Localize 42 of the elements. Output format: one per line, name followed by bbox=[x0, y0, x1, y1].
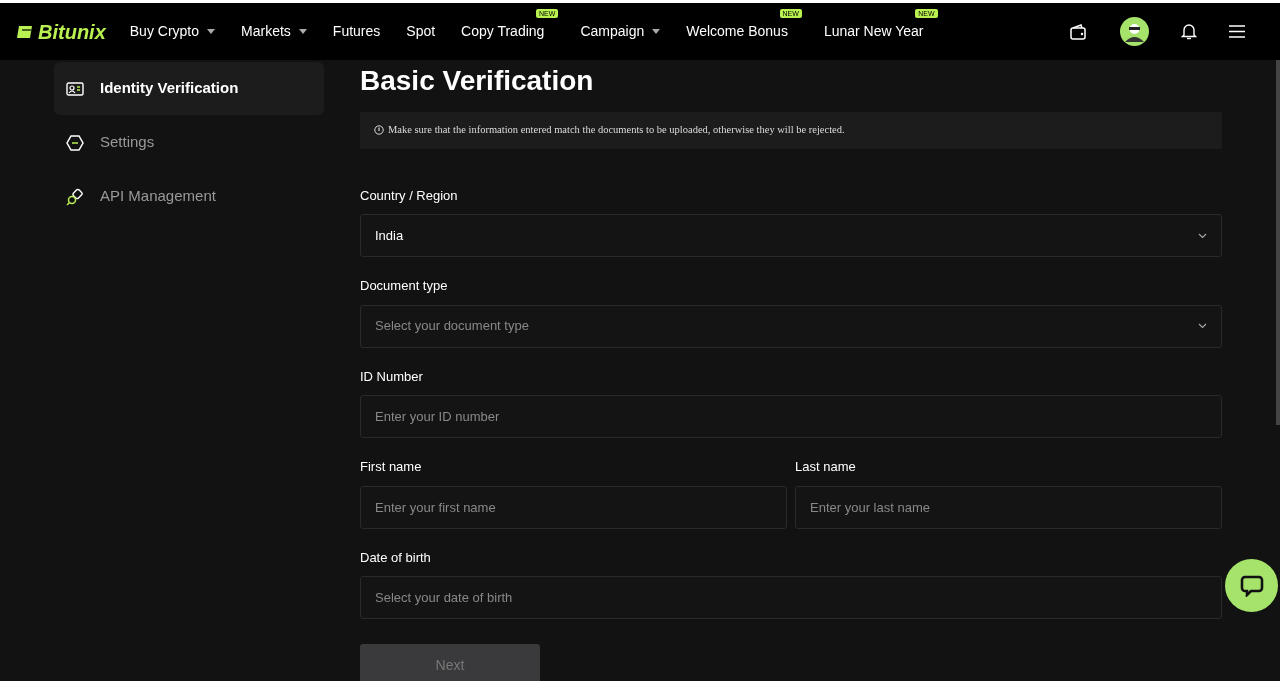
page-title: Basic Verification bbox=[360, 64, 595, 98]
select-field[interactable]: Select your document type bbox=[360, 304, 1222, 348]
nav-link[interactable]: Campaign bbox=[580, 21, 645, 42]
input-field[interactable]: Select your date of birth bbox=[360, 576, 1222, 620]
select-field[interactable]: India bbox=[360, 214, 1222, 258]
nav-link[interactable]: Buy Crypto bbox=[129, 21, 200, 42]
caret-down-icon bbox=[298, 29, 307, 34]
input-field[interactable]: Enter your first name bbox=[360, 485, 787, 529]
caret-down-icon bbox=[207, 29, 216, 34]
nav-link[interactable]: Markets bbox=[241, 21, 291, 42]
info-icon bbox=[374, 125, 384, 136]
chat-bubble-icon bbox=[1239, 574, 1264, 597]
id-card-icon bbox=[66, 81, 84, 96]
field-label: First name bbox=[360, 458, 423, 477]
plug-icon bbox=[66, 187, 84, 206]
nav-link[interactable]: Welcome Bonus bbox=[686, 21, 788, 42]
menu-icon[interactable] bbox=[1229, 25, 1245, 38]
logo-text[interactable]: Bitunix bbox=[38, 16, 106, 47]
field-label: Country / Region bbox=[360, 186, 459, 205]
caret-down-icon bbox=[652, 29, 661, 34]
wallet-icon[interactable] bbox=[1070, 23, 1086, 40]
field-label: Last name bbox=[795, 458, 857, 477]
bell-icon[interactable] bbox=[1181, 23, 1197, 40]
sidebar-item[interactable]: API Management bbox=[54, 170, 324, 223]
nav-link[interactable]: Copy Trading bbox=[461, 21, 545, 42]
chevron-down-icon bbox=[1198, 232, 1207, 239]
sidebar-item[interactable]: Identity Verification bbox=[54, 62, 324, 115]
avatar-icon[interactable] bbox=[1120, 17, 1149, 46]
field-label: Date of birth bbox=[360, 548, 432, 567]
chat-button[interactable] bbox=[1225, 559, 1278, 612]
sidebar-item[interactable]: Settings bbox=[54, 116, 324, 169]
notice-text: Make sure that the information entered match the documents to be uploaded, otherwise they will be rejected. bbox=[388, 123, 845, 138]
hexagon-icon bbox=[66, 134, 84, 151]
logo-icon bbox=[16, 23, 34, 40]
chevron-down-icon bbox=[1198, 323, 1207, 330]
field-label: Document type bbox=[360, 277, 449, 296]
nav-link[interactable]: Lunar New Year bbox=[823, 21, 924, 42]
input-field[interactable]: Enter your last name bbox=[795, 485, 1222, 529]
input-field[interactable]: Enter your ID number bbox=[360, 395, 1222, 439]
nav-link[interactable]: Futures bbox=[332, 21, 381, 42]
nav-link[interactable]: Spot bbox=[406, 21, 436, 42]
field-label: ID Number bbox=[360, 367, 424, 386]
